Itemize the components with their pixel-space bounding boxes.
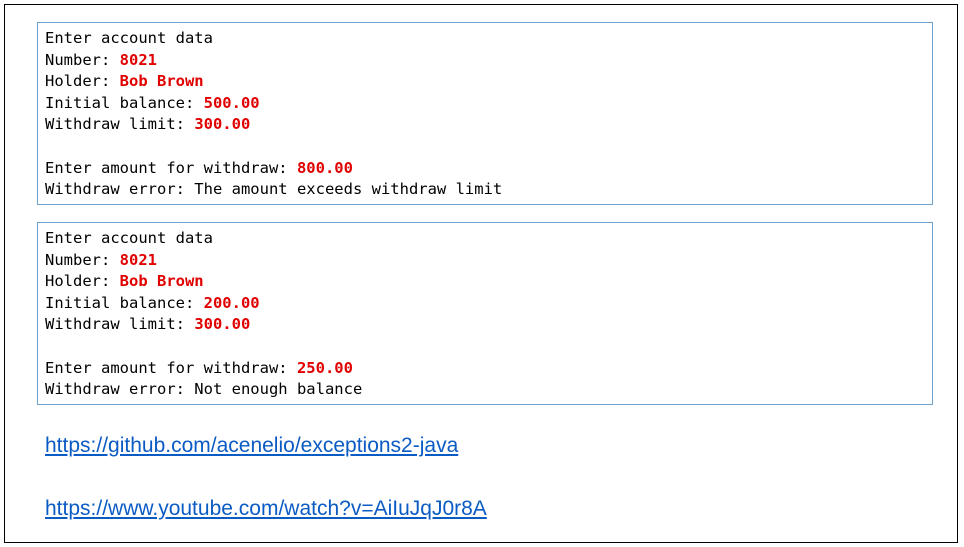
console-line-error: Withdraw error: Not enough balance <box>45 380 363 399</box>
holder-value: Bob Brown <box>119 72 204 91</box>
console-output-1: Enter account data Number: 8021 Holder: … <box>37 22 933 205</box>
youtube-link[interactable]: https://www.youtube.com/watch?v=AiIuJqJ0… <box>45 497 487 521</box>
console-line-limit: Withdraw limit: 300.00 <box>45 115 251 134</box>
console-line-limit: Withdraw limit: 300.00 <box>45 315 251 334</box>
console-line-amount: Enter amount for withdraw: 800.00 <box>45 158 353 177</box>
console-line-amount: Enter amount for withdraw: 250.00 <box>45 358 353 377</box>
number-value: 8021 <box>119 50 157 69</box>
amount-value: 250.00 <box>296 358 353 377</box>
console-line-balance: Initial balance: 500.00 <box>45 93 260 112</box>
console-line-holder: Holder: Bob Brown <box>45 72 204 91</box>
console-output-2: Enter account data Number: 8021 Holder: … <box>37 222 933 405</box>
balance-value: 500.00 <box>203 93 260 112</box>
limit-value: 300.00 <box>194 315 251 334</box>
console-line-holder: Holder: Bob Brown <box>45 272 204 291</box>
holder-value: Bob Brown <box>119 272 204 291</box>
amount-value: 800.00 <box>296 158 353 177</box>
balance-value: 200.00 <box>203 293 260 312</box>
console-line-number: Number: 8021 <box>45 50 157 69</box>
console-line-balance: Initial balance: 200.00 <box>45 293 260 312</box>
github-link[interactable]: https://github.com/acenelio/exceptions2-… <box>45 434 458 458</box>
console-line-header: Enter account data <box>45 29 213 47</box>
number-value: 8021 <box>119 250 157 269</box>
console-line-header: Enter account data <box>45 229 213 247</box>
console-line-error: Withdraw error: The amount exceeds withd… <box>45 180 503 199</box>
limit-value: 300.00 <box>194 115 251 134</box>
console-line-number: Number: 8021 <box>45 250 157 269</box>
